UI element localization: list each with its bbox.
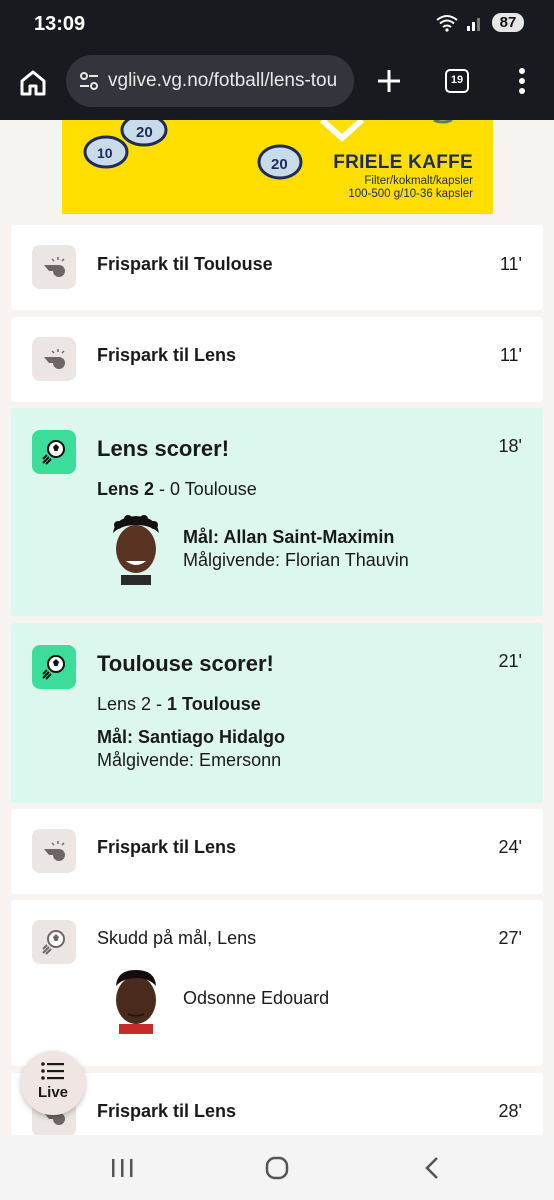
event-minute: 21' [498, 651, 522, 671]
goal-assist: Målgivende: Florian Thauvin [183, 550, 409, 570]
goal-ball-icon [32, 645, 76, 689]
event-title: Frispark til Lens [97, 837, 237, 857]
event-minute: 27' [498, 928, 522, 948]
goal-scorer: Mål: Santiago Hidalgo [97, 727, 285, 748]
score-away: 1 Toulouse [167, 694, 261, 714]
svg-text:10: 10 [97, 145, 113, 161]
back-icon[interactable] [422, 1155, 442, 1181]
event-minute: 18' [498, 436, 522, 456]
wifi-icon [436, 14, 458, 32]
event-card-goal[interactable]: Toulouse scorer! 21' Lens 2 - 1 Toulouse… [11, 623, 543, 803]
score-separator: - [151, 694, 168, 714]
goal-assist: Målgivende: Emersonn [97, 750, 282, 770]
match-score: Lens 2 - 1 Toulouse [97, 694, 261, 715]
player-avatar [101, 511, 171, 585]
event-title: Frispark til Lens [97, 345, 237, 365]
event-title: Frispark til Toulouse [97, 254, 273, 274]
ad-details: Filter/kokmalt/kapsler 100-500 g/10-36 k… [348, 175, 473, 201]
event-minute: 28' [498, 1101, 522, 1121]
whistle-icon [32, 829, 76, 873]
svg-text:20: 20 [271, 156, 288, 173]
whistle-icon [32, 245, 76, 289]
battery-indicator: 87 [492, 13, 524, 32]
event-minute: 24' [498, 837, 522, 857]
event-card-free-kick[interactable]: Frispark til Toulouse 11' [11, 225, 543, 310]
address-bar[interactable]: vglive.vg.no/fotball/lens-tou [66, 55, 354, 107]
status-bar: 13:09 87 [0, 0, 554, 52]
event-card-shot[interactable]: Skudd på mål, Lens 27' Odsonne Edouard [11, 900, 543, 1066]
url-text[interactable]: vglive.vg.no/fotball/lens-tou [108, 70, 348, 92]
player-avatar [101, 960, 171, 1034]
svg-text:20: 20 [136, 124, 153, 141]
site-settings-icon[interactable] [78, 70, 100, 92]
event-title: Lens scorer! [97, 436, 230, 461]
browser-toolbar: vglive.vg.no/fotball/lens-tou 19 [0, 52, 554, 120]
recent-apps-icon[interactable] [110, 1157, 134, 1179]
goal-scorer: Mål: Allan Saint-Maximin [183, 527, 394, 548]
score-away: 0 Toulouse [170, 479, 257, 499]
event-card-free-kick[interactable]: Frispark til Lens 24' [11, 809, 543, 894]
home-icon[interactable] [16, 66, 50, 100]
signal-icon [467, 17, 480, 31]
more-menu-icon[interactable] [510, 66, 534, 96]
score-home: Lens 2 [97, 694, 152, 714]
score-separator: - [154, 479, 171, 499]
event-card-free-kick[interactable]: Frispark til Lens 28' [11, 1073, 543, 1135]
new-tab-icon[interactable] [372, 64, 406, 98]
event-title: Frispark til Lens [97, 1101, 237, 1121]
goal-scorer-text: Mål: Allan Saint-Maximin [183, 527, 395, 547]
match-score: Lens 2 - 0 Toulouse [97, 479, 257, 500]
event-minute: 11' [499, 254, 522, 274]
score-home: Lens 2 [97, 479, 155, 499]
whistle-icon [32, 337, 76, 381]
event-minute: 11' [499, 345, 522, 365]
ad-line-1: Filter/kokmalt/kapsler [364, 175, 473, 187]
goal-ball-icon [32, 430, 76, 474]
event-title: Toulouse scorer! [97, 651, 274, 676]
goal-scorer-text: Mål: Santiago Hidalgo [97, 727, 286, 747]
shot-on-target-icon [32, 920, 76, 964]
event-card-free-kick[interactable]: Frispark til Lens 11' [11, 317, 543, 402]
shot-player: Odsonne Edouard [183, 988, 330, 1008]
list-icon [41, 1062, 64, 1080]
status-icons: 87 [436, 13, 524, 32]
event-title: Skudd på mål, Lens [97, 928, 257, 948]
live-label: Live [37, 1084, 68, 1101]
event-card-goal[interactable]: Lens scorer! 18' Lens 2 - 0 Toulouse Mål… [11, 408, 543, 616]
ad-line-2: 100-500 g/10-36 kapsler [348, 188, 473, 200]
status-time: 13:09 [34, 13, 86, 35]
ad-brand: FRIELE KAFFE [333, 152, 473, 173]
system-navigation-bar [0, 1135, 554, 1200]
tab-switcher-button[interactable]: 19 [445, 69, 469, 93]
home-circle-icon[interactable] [264, 1155, 290, 1181]
advertisement-banner[interactable]: 20 10 20 FRIELE KAFFE Filter/kokmalt/kap… [62, 120, 493, 214]
live-button[interactable]: Live [21, 1051, 85, 1115]
